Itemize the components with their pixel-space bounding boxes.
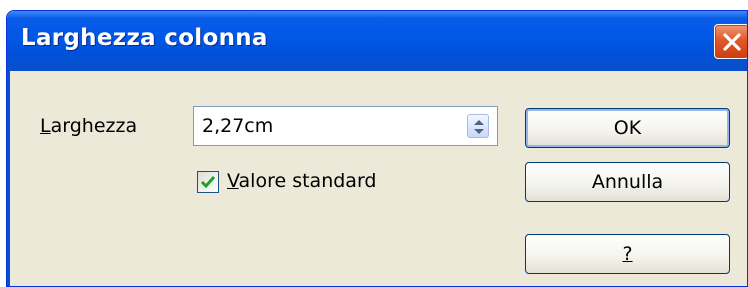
width-spinbox[interactable]: 2,27cm — [193, 106, 498, 146]
help-button[interactable]: ? — [525, 234, 730, 274]
width-label-text: arghezza — [50, 115, 138, 137]
default-value-label-text: alore standard — [238, 170, 377, 192]
spin-arrows-button[interactable] — [467, 114, 489, 138]
spin-arrows-icon — [474, 120, 484, 134]
default-value-mnemonic: V — [227, 170, 239, 192]
default-value-checkbox[interactable] — [197, 171, 219, 193]
cancel-button[interactable]: Annulla — [525, 162, 730, 202]
width-input[interactable]: 2,27cm — [202, 115, 273, 137]
title-bar[interactable]: Larghezza colonna — [7, 11, 747, 71]
default-value-label[interactable]: Valore standard — [227, 170, 376, 192]
help-button-label: ? — [622, 243, 633, 265]
width-label-mnemonic: L — [40, 115, 51, 137]
close-button[interactable] — [714, 24, 747, 59]
ok-button[interactable]: OK — [525, 108, 730, 148]
window-title: Larghezza colonna — [21, 25, 268, 51]
checkmark-icon — [200, 176, 216, 189]
width-label: Larghezza — [40, 115, 137, 137]
close-icon — [723, 33, 741, 51]
dialog-body: Larghezza 2,27cm Valore standard OK Annu… — [7, 71, 747, 286]
dialog-window: Larghezza colonna Larghezza 2,27cm Valor… — [6, 10, 748, 287]
